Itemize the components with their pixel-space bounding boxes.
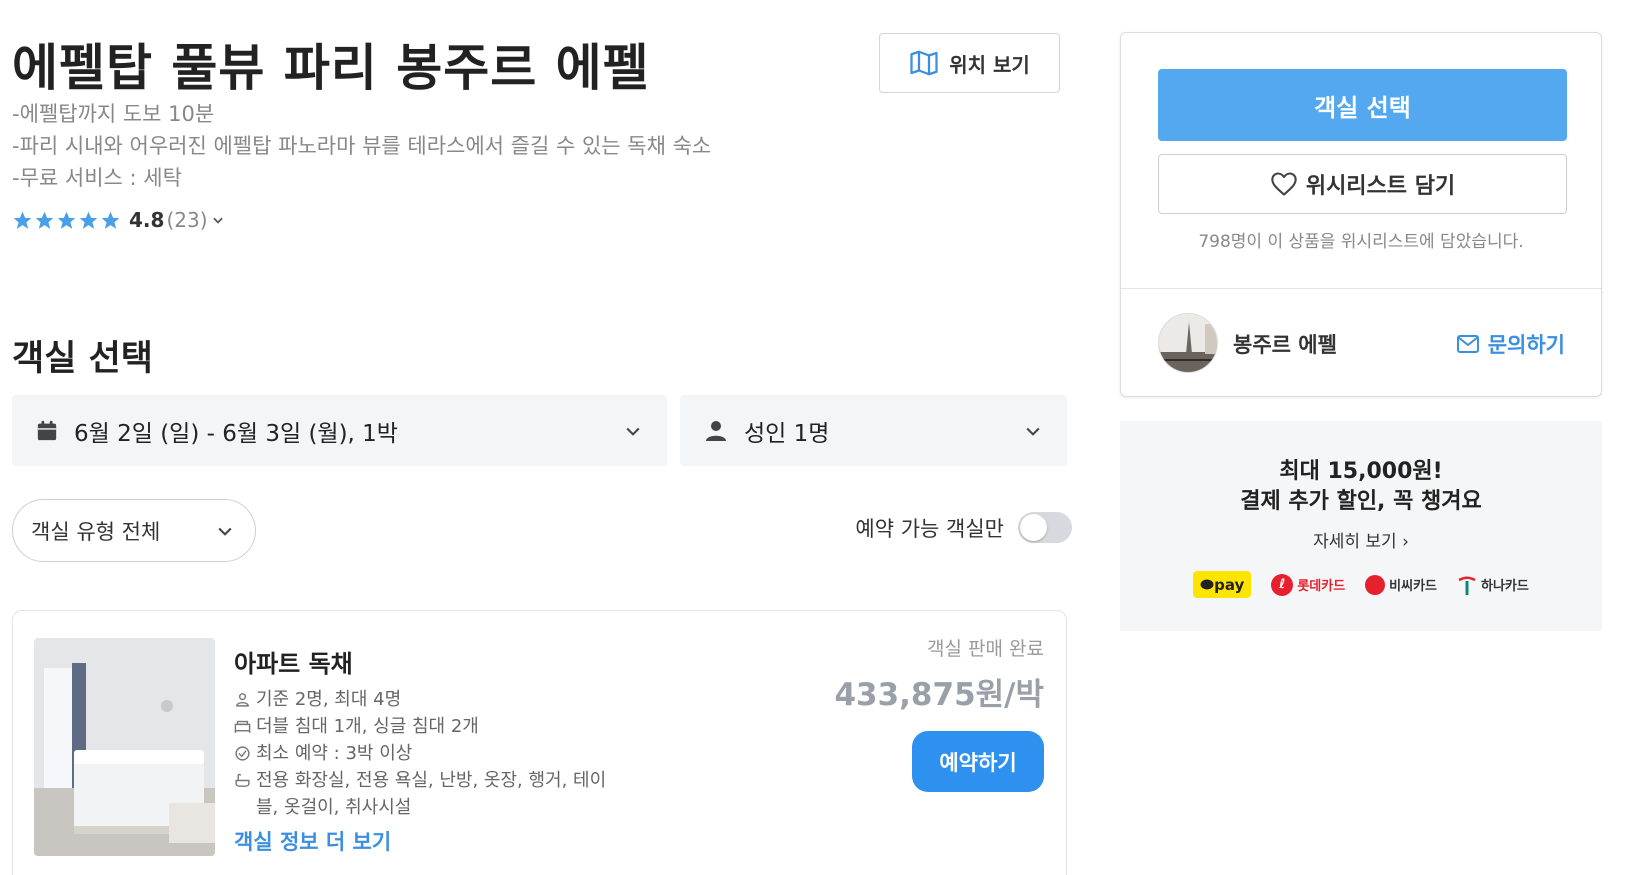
date-range-text: 6월 2일 (일) - 6월 3일 (월), 1박 (74, 420, 398, 447)
room-amenities: 기준 2명, 최대 4명 더블 침대 1개, 싱글 침대 2개 최소 예약 : … (234, 686, 634, 821)
mail-icon (1456, 335, 1479, 353)
rating-stars (12, 210, 121, 231)
amenity-row: 기준 2명, 최대 4명 (234, 686, 634, 713)
hana-card-logo: 하나카드 (1457, 574, 1529, 596)
bc-mark-icon (1365, 574, 1386, 595)
bc-card-logo: 비씨카드 (1365, 574, 1438, 595)
date-picker[interactable]: 6월 2일 (일) - 6월 3일 (월), 1박 (12, 395, 667, 466)
contact-host-link[interactable]: 문의하기 (1456, 329, 1565, 359)
person-outline-icon (236, 693, 249, 707)
star-icon (35, 211, 54, 229)
available-only-toggle[interactable] (1018, 512, 1072, 543)
host-avatar-image (1159, 314, 1217, 372)
chevron-down-icon (1026, 427, 1040, 436)
description-line: -파리 시내와 어우러진 에펠탑 파노라마 뷰를 테라스에서 즐길 수 있는 독… (12, 134, 712, 158)
description: -에펠탑까지 도보 10분 -파리 시내와 어우러진 에펠탑 파노라마 뷰를 테… (12, 98, 711, 194)
room-select-heading: 객실 선택 (12, 339, 153, 379)
bed-icon (234, 720, 251, 733)
wishlist-count: 798명이 이 상품을 위시리스트에 담았습니다. (1198, 232, 1524, 252)
page: 에펠탑 풀뷰 파리 봉주르 에펠 위치 보기 -에펠탑까지 도보 10분 -파리… (0, 0, 1634, 875)
kakaopay-logo: pay (1193, 571, 1252, 598)
room-type-filter[interactable]: 객실 유형 전체 (12, 499, 256, 562)
toggle-knob (1020, 514, 1047, 541)
page-title: 에펠탑 풀뷰 파리 봉주르 에펠 (12, 39, 650, 97)
chevron-down-icon (212, 217, 223, 224)
promo-headline: 최대 15,000원! (1279, 459, 1443, 484)
select-room-button[interactable]: 객실 선택 (1158, 69, 1567, 141)
bc-card-text: 비씨카드 (1389, 579, 1438, 594)
lotte-card-logo: ℓ 롯데카드 (1271, 573, 1346, 596)
contact-label: 문의하기 (1487, 333, 1565, 357)
amenity-facilities-line2: 블, 옷걸이, 취사시설 (256, 797, 412, 818)
star-icon (79, 211, 98, 229)
guest-count-text: 성인 1명 (744, 420, 830, 447)
star-icon (13, 211, 32, 229)
room-card: 아파트 독채 기준 2명, 최대 4명 더블 침대 1개, 싱글 침대 2개 최… (12, 610, 1067, 875)
person-icon (706, 420, 726, 441)
payment-logos: pay ℓ 롯데카드 비씨카드 하나카드 (1120, 571, 1602, 598)
book-button[interactable]: 예약하기 (912, 731, 1044, 792)
heart-icon (1271, 172, 1297, 196)
room-details-link[interactable]: 객실 정보 더 보기 (234, 826, 391, 856)
available-only-label: 예약 가능 객실만 (855, 516, 1004, 541)
star-icon (101, 211, 120, 229)
booking-sidebar: 객실 선택 위시리스트 담기 798명이 이 상품을 위시리스트에 담았습니다.… (1120, 32, 1602, 397)
description-line: -에펠탑까지 도보 10분 (12, 102, 215, 126)
bathtub-icon (235, 773, 250, 787)
view-location-button[interactable]: 위치 보기 (879, 33, 1060, 93)
amenity-beds: 더블 침대 1개, 싱글 침대 2개 (256, 716, 479, 737)
lotte-mark-icon: ℓ (1271, 573, 1294, 596)
map-icon (910, 50, 938, 76)
amenity-row: 최소 예약 : 3박 이상 (234, 740, 634, 767)
kakao-bubble-icon (1200, 579, 1214, 589)
chevron-down-icon (626, 427, 640, 436)
host-avatar[interactable] (1158, 313, 1218, 373)
rating-summary[interactable]: 4.8 (23) (12, 208, 225, 232)
rating-score: 4.8 (129, 208, 165, 232)
room-type-filter-label: 객실 유형 전체 (31, 519, 161, 544)
room-name: 아파트 독채 (234, 650, 353, 678)
room-price: 433,875원/박 (834, 677, 1044, 713)
sold-out-status: 객실 판매 완료 (927, 638, 1044, 660)
chevron-down-icon (218, 527, 232, 536)
amenity-facilities-line1: 전용 화장실, 전용 욕실, 난방, 옷장, 행거, 테이 (256, 770, 607, 791)
view-location-label: 위치 보기 (949, 52, 1030, 77)
calendar-icon (37, 420, 57, 440)
payment-promo-banner: 최대 15,000원! 결제 추가 할인, 꼭 챙겨요 자세히 보기 › pay… (1120, 421, 1602, 631)
room-photo-illustration (34, 638, 215, 856)
divider (1121, 288, 1601, 289)
host-name: 봉주르 에펠 (1233, 333, 1337, 357)
check-circle-icon (235, 746, 250, 761)
hana-card-text: 하나카드 (1481, 579, 1529, 594)
amenity-capacity: 기준 2명, 최대 4명 (256, 689, 402, 710)
room-photo[interactable] (34, 638, 215, 856)
promo-subheadline: 결제 추가 할인, 꼭 챙겨요 (1240, 489, 1482, 514)
amenity-facilities: 전용 화장실, 전용 욕실, 난방, 옷장, 행거, 테이 블, 옷걸이, 취사… (256, 767, 606, 821)
lotte-card-text: 롯데카드 (1297, 579, 1346, 594)
rating-count: (23) (166, 208, 208, 232)
available-only-filter: 예약 가능 객실만 (855, 512, 1072, 543)
guest-picker[interactable]: 성인 1명 (680, 395, 1067, 466)
hana-mark-icon (1458, 576, 1476, 595)
wishlist-label: 위시리스트 담기 (1305, 174, 1456, 199)
amenity-min-stay: 최소 예약 : 3박 이상 (256, 743, 413, 764)
amenity-row: 더블 침대 1개, 싱글 침대 2개 (234, 713, 634, 740)
add-to-wishlist-button[interactable]: 위시리스트 담기 (1158, 154, 1567, 214)
kakaopay-text: pay (1214, 575, 1245, 594)
amenity-row: 전용 화장실, 전용 욕실, 난방, 옷장, 행거, 테이 블, 옷걸이, 취사… (234, 767, 634, 821)
star-icon (57, 211, 76, 229)
description-line: -무료 서비스 : 세탁 (12, 166, 182, 190)
promo-details-link[interactable]: 자세히 보기 › (1120, 527, 1602, 552)
